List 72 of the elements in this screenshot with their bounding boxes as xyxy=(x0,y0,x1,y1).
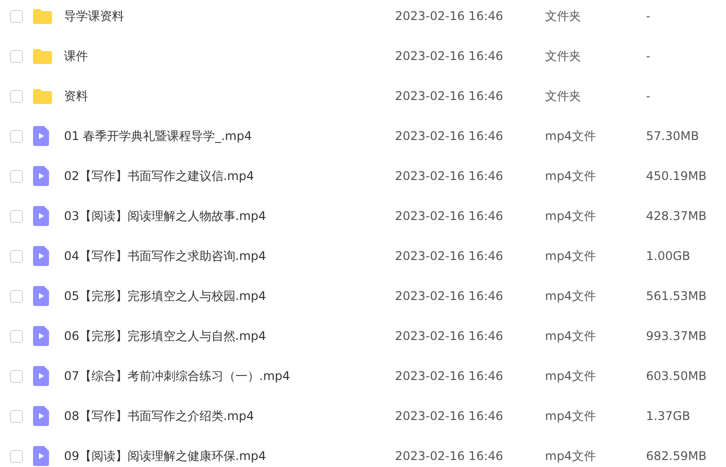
file-size: 1.37GB xyxy=(646,409,692,423)
folder-icon xyxy=(33,88,52,104)
modified-date: 2023-02-16 16:46 xyxy=(395,89,504,103)
file-type: 文件夹 xyxy=(545,8,582,24)
row-checkbox[interactable] xyxy=(10,10,23,22)
modified-date: 2023-02-16 16:46 xyxy=(395,369,504,383)
video-file-icon xyxy=(33,166,49,186)
file-name[interactable]: 04【写作】书面写作之求助咨询.mp4 xyxy=(64,248,395,264)
file-name[interactable]: 02【写作】书面写作之建议信.mp4 xyxy=(64,168,395,184)
video-file-icon xyxy=(33,206,49,226)
file-name[interactable]: 资料 xyxy=(64,88,395,104)
file-size: 682.59MB xyxy=(646,449,708,463)
file-size: 57.30MB xyxy=(646,129,700,143)
video-file-icon xyxy=(33,326,49,346)
row-checkbox[interactable] xyxy=(10,210,23,222)
file-type: mp4文件 xyxy=(545,248,597,264)
row-checkbox[interactable] xyxy=(10,50,23,62)
file-name[interactable]: 07【综合】考前冲刺综合练习（一）.mp4 xyxy=(64,368,395,384)
modified-date: 2023-02-16 16:46 xyxy=(395,49,504,63)
video-file-icon xyxy=(33,246,49,266)
file-type: 文件夹 xyxy=(545,88,582,104)
file-name[interactable]: 导学课资料 xyxy=(64,8,395,24)
file-size: 993.37MB xyxy=(646,329,708,343)
file-size: 450.19MB xyxy=(646,169,708,183)
file-name[interactable]: 课件 xyxy=(64,48,395,64)
modified-date: 2023-02-16 16:46 xyxy=(395,329,504,343)
row-checkbox[interactable] xyxy=(10,370,23,382)
file-size: 603.50MB xyxy=(646,369,708,383)
file-type: mp4文件 xyxy=(545,208,597,224)
row-checkbox[interactable] xyxy=(10,130,23,142)
file-type: mp4文件 xyxy=(545,448,597,464)
video-file-icon xyxy=(33,126,49,146)
modified-date: 2023-02-16 16:46 xyxy=(395,169,504,183)
file-type: mp4文件 xyxy=(545,408,597,424)
file-size: 1.00GB xyxy=(646,249,692,263)
modified-date: 2023-02-16 16:46 xyxy=(395,449,504,463)
file-name[interactable]: 05【完形】完形填空之人与校园.mp4 xyxy=(64,288,395,304)
file-name[interactable]: 09【阅读】阅读理解之健康环保.mp4 xyxy=(64,448,395,464)
file-size: 561.53MB xyxy=(646,289,708,303)
file-type: 文件夹 xyxy=(545,48,582,64)
folder-icon xyxy=(33,8,52,24)
video-file-icon xyxy=(33,406,49,426)
modified-date: 2023-02-16 16:46 xyxy=(395,209,504,223)
row-checkbox[interactable] xyxy=(10,250,23,262)
modified-date: 2023-02-16 16:46 xyxy=(395,129,504,143)
file-name[interactable]: 06【完形】完形填空之人与自然.mp4 xyxy=(64,328,395,344)
file-name[interactable]: 08【写作】书面写作之介绍类.mp4 xyxy=(64,408,395,424)
video-file-icon xyxy=(33,366,49,386)
file-type: mp4文件 xyxy=(545,288,597,304)
file-size: - xyxy=(646,49,652,63)
file-size: - xyxy=(646,89,652,103)
file-name[interactable]: 01 春季开学典礼暨课程导学_.mp4 xyxy=(64,128,395,144)
video-file-icon xyxy=(33,286,49,306)
file-type: mp4文件 xyxy=(545,328,597,344)
modified-date: 2023-02-16 16:46 xyxy=(395,249,504,263)
file-size: - xyxy=(646,9,652,23)
row-checkbox[interactable] xyxy=(10,410,23,422)
row-checkbox[interactable] xyxy=(10,170,23,182)
folder-icon xyxy=(33,48,52,64)
file-name[interactable]: 03【阅读】阅读理解之人物故事.mp4 xyxy=(64,208,395,224)
file-type: mp4文件 xyxy=(545,168,597,184)
file-size: 428.37MB xyxy=(646,209,708,223)
row-checkbox[interactable] xyxy=(10,330,23,342)
video-file-icon xyxy=(33,446,49,466)
row-checkbox[interactable] xyxy=(10,450,23,462)
row-checkbox[interactable] xyxy=(10,90,23,102)
modified-date: 2023-02-16 16:46 xyxy=(395,409,504,423)
file-type: mp4文件 xyxy=(545,128,597,144)
file-type: mp4文件 xyxy=(545,368,597,384)
modified-date: 2023-02-16 16:46 xyxy=(395,9,504,23)
modified-date: 2023-02-16 16:46 xyxy=(395,289,504,303)
row-checkbox[interactable] xyxy=(10,290,23,302)
